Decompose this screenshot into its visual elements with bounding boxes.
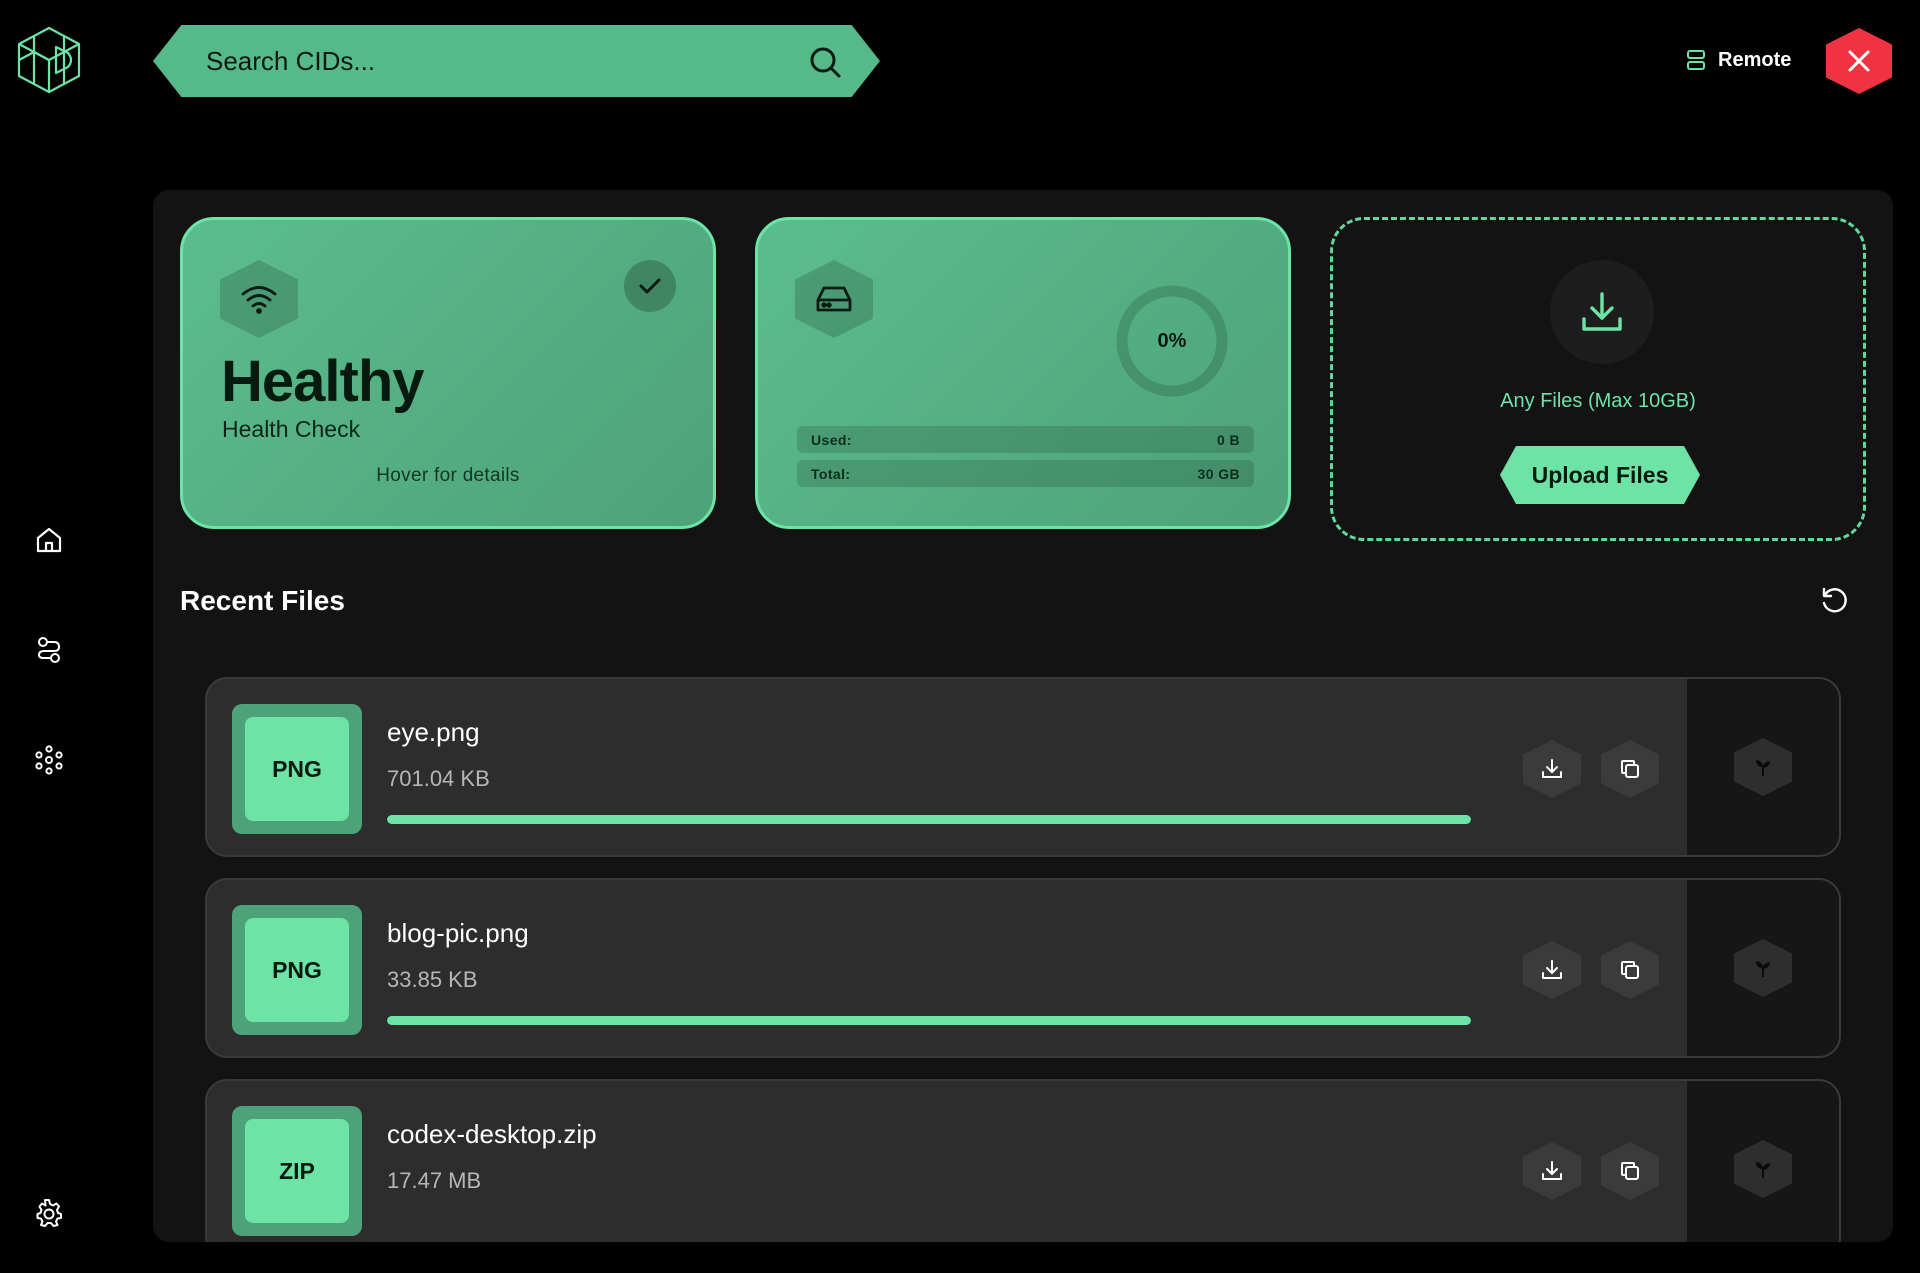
search-icon[interactable] bbox=[808, 45, 842, 79]
file-row[interactable]: PNG blog-pic.png 33.85 KB bbox=[205, 878, 1841, 1058]
search-input[interactable] bbox=[206, 45, 766, 77]
file-name: codex-desktop.zip bbox=[387, 1119, 597, 1149]
app-logo bbox=[16, 25, 82, 95]
file-name: eye.png bbox=[387, 717, 480, 747]
search-bar[interactable] bbox=[153, 25, 880, 97]
download-button[interactable] bbox=[1523, 740, 1581, 798]
upload-note: Any Files (Max 10GB) bbox=[1500, 390, 1696, 412]
close-icon bbox=[1848, 50, 1870, 72]
file-size: 17.47 MB bbox=[387, 1168, 482, 1193]
storage-card: 0% Used: 0 B Total: 30 GB bbox=[755, 217, 1291, 529]
check-icon bbox=[624, 260, 676, 312]
upload-dropzone[interactable]: Any Files (Max 10GB) Upload Files bbox=[1330, 217, 1866, 541]
file-type-badge: ZIP bbox=[232, 1106, 362, 1236]
gear-icon bbox=[36, 1199, 62, 1227]
sidebar-item-home[interactable] bbox=[33, 524, 65, 556]
seed-zone bbox=[1687, 1081, 1839, 1242]
file-type-label: PNG bbox=[245, 918, 349, 1022]
download-button[interactable] bbox=[1523, 941, 1581, 999]
close-button[interactable] bbox=[1826, 28, 1892, 94]
wifi-icon bbox=[241, 286, 277, 314]
hover-note: Hover for details bbox=[376, 465, 520, 486]
used-value: 0 B bbox=[1217, 431, 1240, 448]
wifi-badge bbox=[220, 260, 298, 338]
remote-label: Remote bbox=[1718, 48, 1792, 71]
disk-badge bbox=[795, 260, 873, 338]
copy-button[interactable] bbox=[1601, 1142, 1659, 1200]
file-size: 701.04 KB bbox=[387, 766, 490, 791]
sidebar-item-files[interactable] bbox=[33, 634, 65, 666]
sprout-icon bbox=[1756, 1162, 1770, 1178]
route-icon bbox=[37, 637, 61, 663]
file-progress bbox=[387, 1016, 1471, 1025]
sidebar-item-peers[interactable] bbox=[33, 744, 65, 776]
download-icon bbox=[1542, 960, 1562, 979]
file-name: blog-pic.png bbox=[387, 918, 529, 948]
used-bar: Used: 0 B bbox=[797, 426, 1254, 453]
total-value: 30 GB bbox=[1197, 465, 1240, 482]
seed-button[interactable] bbox=[1734, 738, 1792, 796]
download-icon bbox=[1542, 1161, 1562, 1180]
remote-button[interactable]: Remote bbox=[1686, 46, 1791, 74]
copy-button[interactable] bbox=[1601, 941, 1659, 999]
copy-icon bbox=[1621, 760, 1639, 778]
home-icon bbox=[36, 527, 62, 553]
sidebar-item-settings[interactable] bbox=[33, 1198, 65, 1230]
total-label: Total: bbox=[811, 465, 851, 482]
server-icon bbox=[1687, 50, 1705, 70]
network-icon bbox=[35, 745, 63, 775]
copy-icon bbox=[1621, 961, 1639, 979]
sprout-icon bbox=[1756, 760, 1770, 776]
file-type-badge: PNG bbox=[232, 905, 362, 1035]
health-title: Healthy bbox=[221, 349, 425, 414]
copy-icon bbox=[1621, 1162, 1639, 1180]
file-row[interactable]: ZIP codex-desktop.zip 17.47 MB bbox=[205, 1079, 1841, 1242]
download-icon bbox=[1542, 759, 1562, 778]
total-bar: Total: 30 GB bbox=[797, 460, 1254, 487]
file-type-label: ZIP bbox=[245, 1119, 349, 1223]
sprout-icon bbox=[1756, 961, 1770, 977]
seed-button[interactable] bbox=[1734, 1140, 1792, 1198]
storage-percent: 0% bbox=[1157, 329, 1187, 352]
seed-zone bbox=[1687, 880, 1839, 1056]
file-size: 33.85 KB bbox=[387, 967, 478, 992]
file-row[interactable]: PNG eye.png 701.04 KB bbox=[205, 677, 1841, 857]
download-circle bbox=[1550, 260, 1654, 364]
refresh-icon[interactable] bbox=[1819, 586, 1849, 616]
upload-files-button[interactable]: Upload Files bbox=[1500, 446, 1700, 504]
download-icon bbox=[1582, 292, 1622, 331]
file-type-badge: PNG bbox=[232, 704, 362, 834]
main-panel: Healthy Health Check Hover for details 0… bbox=[153, 190, 1893, 1242]
file-progress bbox=[387, 815, 1471, 824]
health-card[interactable]: Healthy Health Check Hover for details bbox=[180, 217, 716, 529]
used-label: Used: bbox=[811, 431, 852, 448]
seed-zone bbox=[1687, 679, 1839, 855]
recent-files-title: Recent Files bbox=[180, 585, 345, 616]
health-subtitle: Health Check bbox=[222, 416, 361, 442]
download-button[interactable] bbox=[1523, 1142, 1581, 1200]
copy-button[interactable] bbox=[1601, 740, 1659, 798]
hard-drive-icon bbox=[816, 286, 852, 312]
seed-button[interactable] bbox=[1734, 939, 1792, 997]
file-type-label: PNG bbox=[245, 717, 349, 821]
